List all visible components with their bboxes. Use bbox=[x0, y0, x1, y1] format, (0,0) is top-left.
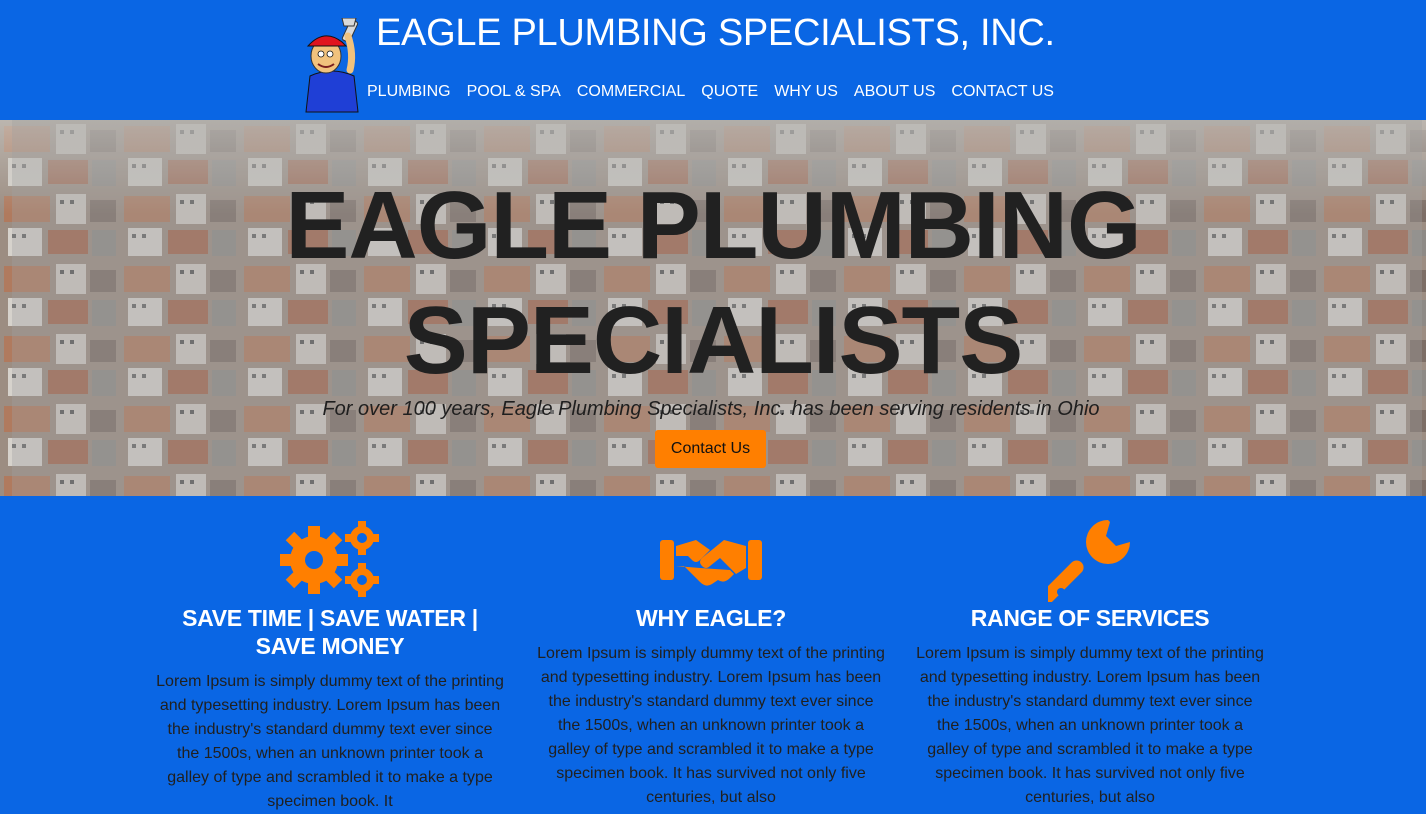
wrench-icon bbox=[1048, 520, 1130, 602]
nav-pool-spa[interactable]: POOL & SPA bbox=[467, 82, 561, 102]
nav-plumbing[interactable]: PLUMBING bbox=[367, 82, 451, 102]
site-title: EAGLE PLUMBING SPECIALISTS, INC. bbox=[376, 12, 1055, 54]
feature-body: Lorem Ipsum is simply dummy text of the … bbox=[156, 673, 504, 810]
feature-title: SAVE TIME | SAVE WATER | SAVE MONEY bbox=[182, 605, 478, 659]
handshake-icon bbox=[660, 540, 762, 586]
hero-title-line-2: SPECIALISTS bbox=[403, 287, 1023, 394]
feature-card-save: SAVE TIME | SAVE WATER | SAVE MONEY Lore… bbox=[150, 496, 510, 814]
features-section: SAVE TIME | SAVE WATER | SAVE MONEY Lore… bbox=[0, 496, 1426, 810]
hero-title: EAGLE PLUMBING SPECIALISTS bbox=[0, 168, 1426, 398]
feature-body: Lorem Ipsum is simply dummy text of the … bbox=[537, 645, 885, 806]
hero-tagline: For over 100 years, Eagle Plumbing Speci… bbox=[322, 398, 1100, 420]
nav-why-us[interactable]: WHY US bbox=[774, 82, 838, 102]
nav-about-us[interactable]: ABOUT US bbox=[854, 82, 936, 102]
feature-title: RANGE OF SERVICES bbox=[970, 605, 1210, 631]
feature-title: WHY EAGLE? bbox=[636, 605, 786, 631]
nav-contact-us[interactable]: CONTACT US bbox=[951, 82, 1054, 102]
feature-card-services: RANGE OF SERVICES Lorem Ipsum is simply … bbox=[910, 496, 1270, 810]
hero-title-line-1: EAGLE PLUMBING bbox=[285, 172, 1141, 279]
gears-icon bbox=[280, 521, 379, 597]
contact-us-button[interactable]: Contact Us bbox=[655, 430, 766, 468]
site-header: EAGLE PLUMBING SPECIALISTS, INC. PLUMBIN… bbox=[0, 0, 1426, 120]
feature-body: Lorem Ipsum is simply dummy text of the … bbox=[916, 645, 1264, 806]
hero-section: EAGLE PLUMBING SPECIALISTS For over 100 … bbox=[0, 120, 1426, 496]
nav-quote[interactable]: QUOTE bbox=[701, 82, 758, 102]
feature-card-why-eagle: WHY EAGLE? Lorem Ipsum is simply dummy t… bbox=[531, 496, 891, 810]
main-nav: PLUMBING POOL & SPA COMMERCIAL QUOTE WHY… bbox=[367, 82, 1070, 102]
plumber-mascot-icon[interactable] bbox=[296, 18, 378, 114]
nav-commercial[interactable]: COMMERCIAL bbox=[577, 82, 685, 102]
